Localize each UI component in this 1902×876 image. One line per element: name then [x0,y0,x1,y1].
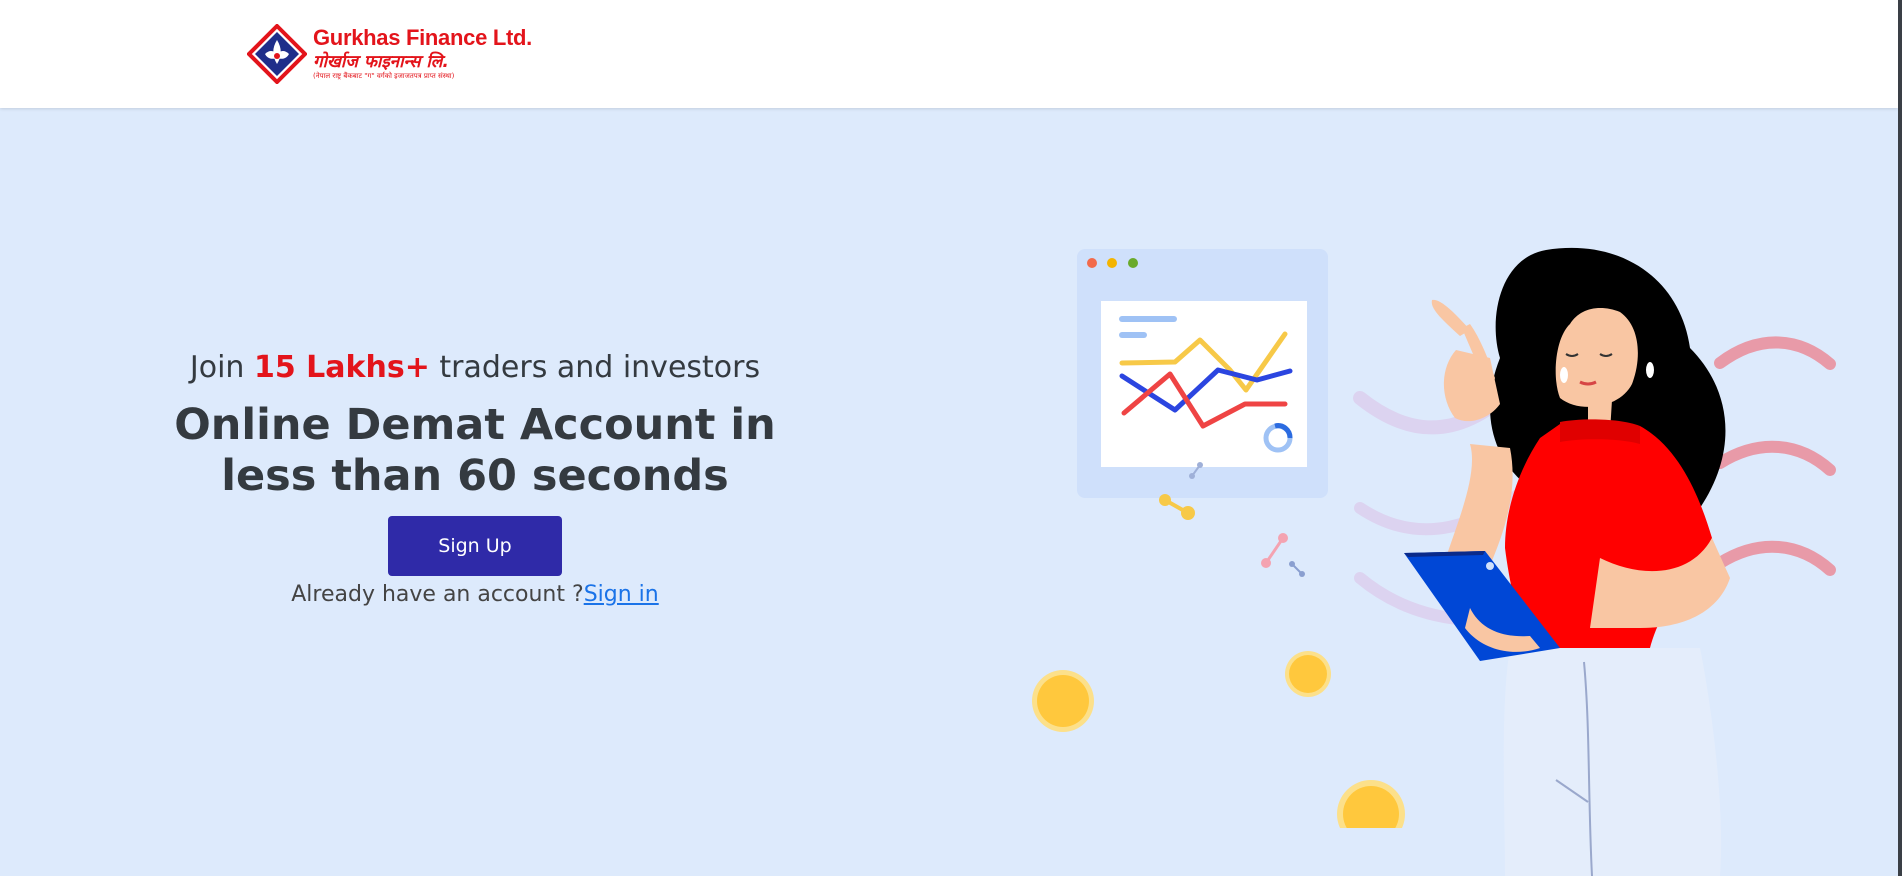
join-prefix: Join [189,350,254,385]
lotus-emblem-icon [247,24,307,84]
hero-pitch: Join 15 Lakhs+ traders and investors Onl… [150,348,800,607]
page: Gurkhas Finance Ltd. गोर्खाज फाइनान्स लि… [0,0,1898,876]
headline-line-2: less than 60 seconds [221,451,729,501]
coins [1032,651,1440,876]
browser-window [1077,249,1328,498]
hero-illustration [1032,247,1836,876]
headline-line-1: Online Demat Account in [174,400,776,450]
sign-up-button[interactable]: Sign Up [388,516,562,576]
brand-tagline: (नेपाल राष्ट्र बैंकबाट "ग" वर्गको इजाजतप… [313,72,455,80]
sign-in-prompt-text: Already have an account ? [291,582,584,607]
join-suffix: traders and investors [429,350,761,385]
woman-figure [1404,247,1730,876]
brand-logo[interactable]: Gurkhas Finance Ltd. गोर्खाज फाइनान्स लि… [247,22,547,88]
hero-headline: Online Demat Account in less than 60 seco… [150,400,800,502]
user-count-highlight: 15 Lakhs+ [253,350,430,385]
sign-in-link[interactable]: Sign in [584,582,659,607]
brand-name-nepali: गोर्खाज फाइनान्स लि. [313,52,449,72]
sign-in-prompt: Already have an account ?Sign in [150,582,800,607]
window-edge [1898,0,1902,876]
site-header: Gurkhas Finance Ltd. गोर्खाज फाइनान्स लि… [0,0,1898,108]
brand-name-english: Gurkhas Finance Ltd. [313,25,532,50]
join-line: Join 15 Lakhs+ traders and investors [150,348,800,388]
